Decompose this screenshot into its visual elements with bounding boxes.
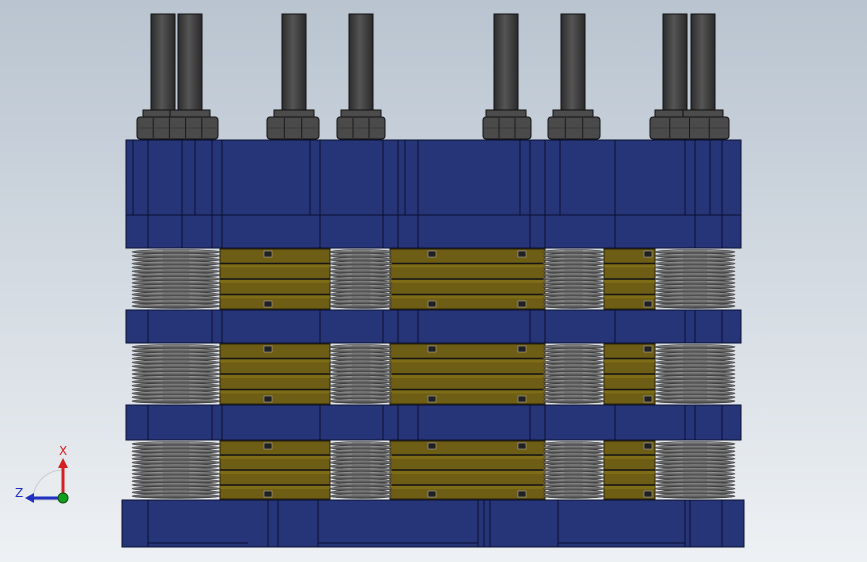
cad-viewport[interactable]: X Z [0,0,867,562]
damping-pad[interactable] [603,343,656,405]
pad-nut-marker [263,395,273,403]
damping-pad[interactable] [603,440,656,500]
base-plate[interactable] [121,499,745,548]
hex-nut[interactable] [482,116,532,140]
middle-plate-1[interactable] [125,309,742,344]
hex-nut[interactable] [649,116,730,140]
second-clamp-plate[interactable] [125,214,742,249]
pad-nut-marker [263,250,273,258]
pad-nut-marker [427,490,437,498]
pad-nut-marker [517,345,527,353]
damping-pad[interactable] [389,248,546,310]
hex-nut[interactable] [547,116,601,140]
pad-nut-marker [427,300,437,308]
compression-spring[interactable] [654,344,736,404]
damping-pad[interactable] [389,440,546,500]
pad-nut-marker [263,490,273,498]
compression-spring[interactable] [131,249,221,309]
compression-spring[interactable] [329,441,393,499]
x-axis-label: X [59,444,67,458]
damping-pad[interactable] [219,248,331,310]
compression-spring[interactable] [654,249,736,309]
pad-nut-marker [517,442,527,450]
compression-spring[interactable] [329,344,393,404]
middle-plate-2[interactable] [125,404,742,441]
pad-nut-marker [643,490,653,498]
compression-spring[interactable] [542,249,605,309]
compression-spring[interactable] [654,441,736,499]
pad-nut-marker [263,300,273,308]
pad-nut-marker [263,442,273,450]
tier [131,248,736,310]
hex-nut[interactable] [266,116,320,140]
pad-nut-marker [517,250,527,258]
pad-nut-marker [643,395,653,403]
pad-nut-marker [263,345,273,353]
hex-nut[interactable] [136,116,219,140]
damping-pad[interactable] [603,248,656,310]
triad-origin [57,492,69,504]
pad-nut-marker [643,442,653,450]
pad-nut-marker [427,345,437,353]
pad-nut-marker [427,442,437,450]
compression-spring[interactable] [542,441,605,499]
z-axis-label: Z [15,486,23,500]
compression-spring[interactable] [329,249,393,309]
damping-pad[interactable] [389,343,546,405]
compression-spring[interactable] [131,344,221,404]
spring-pad-tiers [131,248,736,500]
spring-stack-assembly-view[interactable]: X Z [0,0,867,562]
damping-pad[interactable] [219,343,331,405]
pad-nut-marker [517,490,527,498]
damping-pad[interactable] [219,440,331,500]
pad-nut-marker [427,395,437,403]
compression-spring[interactable] [131,441,221,499]
pad-nut-marker [643,250,653,258]
pad-nut-marker [643,345,653,353]
top-clamp-plate[interactable] [125,139,742,216]
pad-nut-marker [427,250,437,258]
hex-nut[interactable] [336,116,386,140]
tier [131,440,736,500]
pad-nut-marker [517,300,527,308]
pad-nut-marker [643,300,653,308]
compression-spring[interactable] [542,344,605,404]
pad-nut-marker [517,395,527,403]
tier [131,343,736,405]
